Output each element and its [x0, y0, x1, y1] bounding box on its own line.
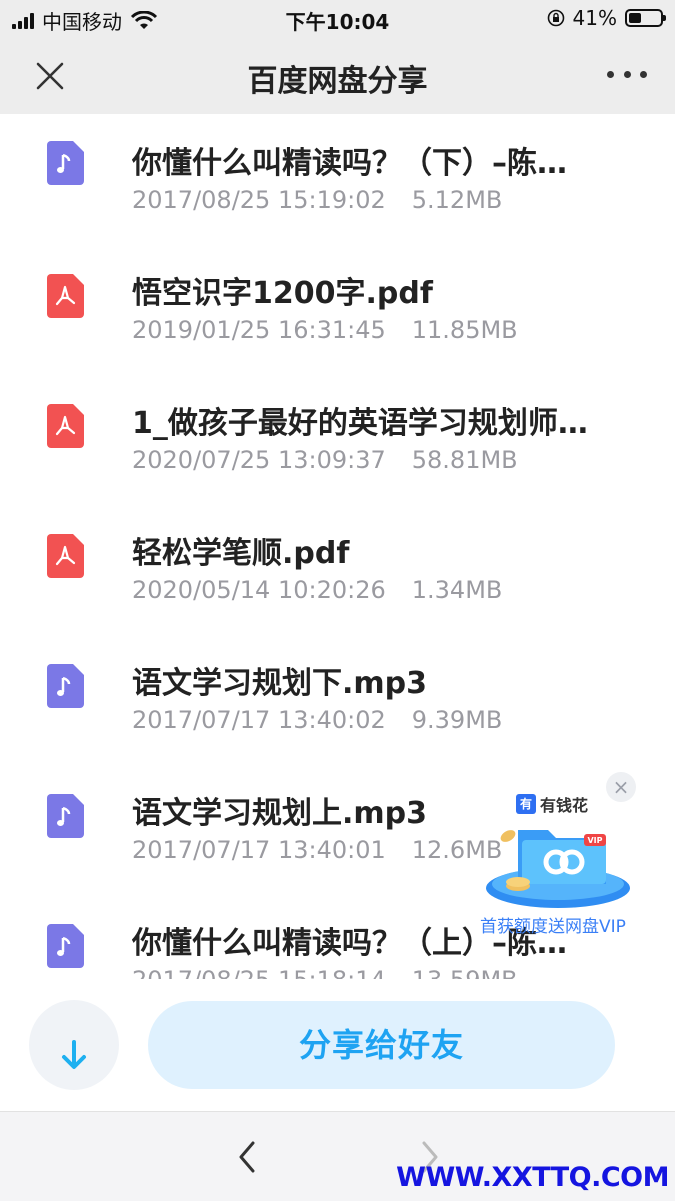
music-file-icon	[47, 924, 84, 968]
file-item[interactable]: 1_做孩子最好的英语学习规划师… 2020/07/25 13:09:37 58.8…	[0, 364, 675, 494]
orientation-lock-icon	[547, 9, 564, 27]
file-date: 2017/07/17 13:40:01	[132, 836, 386, 864]
file-date: 2017/08/25 15:18:14	[132, 966, 386, 979]
file-item[interactable]: 你懂什么叫精读吗？（下）–陈… 2017/08/25 15:19:02 5.12M…	[0, 114, 675, 234]
file-meta: 2019/01/25 16:31:45 11.85MB	[132, 316, 518, 344]
file-item[interactable]: 轻松学笔顺.pdf 2020/05/14 10:20:26 1.34MB	[0, 494, 675, 624]
file-size: 58.81MB	[411, 446, 518, 474]
file-item[interactable]: 语文学习规划下.mp3 2017/07/17 13:40:02 9.39MB	[0, 624, 675, 754]
pdf-file-icon	[47, 274, 84, 318]
file-date: 2017/07/17 13:40:02	[132, 706, 386, 734]
back-chevron-icon[interactable]	[233, 1137, 263, 1177]
file-size: 13.59MB	[412, 966, 518, 979]
file-date: 2017/08/25 15:19:02	[132, 186, 386, 214]
promo-brand-name: 有钱花	[540, 796, 589, 815]
download-arrow-icon	[62, 1040, 86, 1069]
battery-percent: 41%	[572, 6, 617, 30]
file-date: 2019/01/25 16:31:45	[132, 316, 386, 344]
file-meta: 2020/07/25 13:09:37 58.81MB	[132, 446, 518, 474]
file-name: 悟空识字1200字.pdf	[132, 276, 433, 311]
status-bar: 中国移动 下午10:04 41%	[0, 0, 675, 36]
promo-brand: 有 有钱花	[516, 792, 588, 816]
cloud-folder-illustration: VIP	[486, 830, 630, 908]
status-right: 41%	[547, 6, 666, 30]
pdf-file-icon	[47, 404, 84, 448]
pdf-file-icon	[47, 534, 84, 578]
share-to-friends-button[interactable]: 分享给好友	[148, 1001, 615, 1089]
file-name: 轻松学笔顺.pdf	[132, 536, 350, 571]
title-bar: 百度网盘分享	[0, 36, 675, 114]
music-file-icon	[47, 664, 84, 708]
file-size: 11.85MB	[411, 316, 518, 344]
file-meta: 2017/07/17 13:40:01 12.6MB	[132, 836, 502, 864]
promo-widget[interactable]: VIP 有 有钱花 × 首获额度送网盘VIP	[470, 770, 645, 940]
file-meta: 2017/08/25 15:19:02 5.12MB	[132, 186, 502, 214]
youqianhua-logo: 有	[516, 794, 536, 814]
file-name: 你懂什么叫精读吗？（下）–陈…	[132, 146, 567, 181]
music-file-icon	[47, 794, 84, 838]
battery-fill	[629, 13, 641, 23]
promo-caption: 首获额度送网盘VIP	[480, 917, 626, 937]
file-size: 9.39MB	[411, 706, 503, 734]
action-bar: 分享给好友	[0, 979, 675, 1111]
site-watermark: WWW.XXTTQ.COM	[396, 1162, 669, 1193]
more-options-icon[interactable]	[607, 64, 647, 84]
browser-nav-bar: WWW.XXTTQ.COM	[0, 1111, 675, 1201]
file-size: 1.34MB	[411, 576, 503, 604]
music-file-icon	[47, 141, 84, 185]
file-size: 5.12MB	[411, 186, 503, 214]
promo-close-icon[interactable]: ×	[606, 772, 636, 802]
page-title: 百度网盘分享	[247, 64, 428, 99]
file-meta: 2017/08/25 15:18:14 13.59MB	[132, 966, 518, 979]
file-name: 语文学习规划下.mp3	[132, 666, 428, 701]
file-meta: 2020/05/14 10:20:26 1.34MB	[132, 576, 502, 604]
file-name: 1_做孩子最好的英语学习规划师…	[132, 406, 588, 441]
file-date: 2020/05/14 10:20:26	[132, 576, 386, 604]
download-button[interactable]	[29, 1000, 119, 1090]
vip-badge-label: VIP	[587, 836, 602, 845]
file-item[interactable]: 悟空识字1200字.pdf 2019/01/25 16:31:45 11.85MB	[0, 234, 675, 364]
file-meta: 2017/07/17 13:40:02 9.39MB	[132, 706, 502, 734]
battery-icon	[625, 9, 666, 27]
file-date: 2020/07/25 13:09:37	[132, 446, 386, 474]
